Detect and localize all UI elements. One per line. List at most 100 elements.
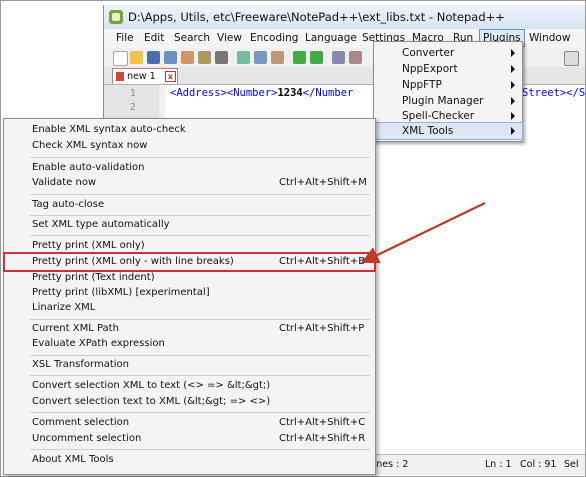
xml-item-enable-syntax-autocheck[interactable]: Enable XML syntax auto-check	[4, 122, 375, 138]
menu-item-label: Enable auto-validation	[32, 162, 145, 173]
xml-item-enable-auto-validation[interactable]: Enable auto-validation	[4, 160, 375, 176]
submenu-arrow-icon	[511, 81, 515, 89]
menu-item-label: Pretty print (Text indent)	[32, 272, 155, 283]
submenu-arrow-icon	[511, 65, 515, 73]
cut-icon[interactable]	[237, 51, 250, 64]
menu-item-label: Tag auto-close	[32, 199, 105, 210]
xml-item-linarize[interactable]: Linarize XML	[4, 300, 375, 316]
menu-item-label: Convert selection text to XML (&lt;&gt; …	[32, 396, 271, 407]
line-number: 2	[130, 102, 136, 113]
new-file-icon[interactable]	[113, 51, 128, 66]
menu-item-label: Current XML Path	[32, 323, 119, 334]
menu-item-label: Check XML syntax now	[32, 140, 148, 151]
menu-view[interactable]: View	[214, 30, 245, 46]
xml-item-convert-text-to-xml[interactable]: Convert selection text to XML (&lt;&gt; …	[4, 394, 375, 410]
menu-item-label: XSL Transformation	[32, 359, 129, 370]
menu-item-label: Pretty print (libXML) [experimental]	[32, 287, 210, 298]
replace-icon[interactable]	[349, 51, 362, 64]
copy-icon[interactable]	[254, 51, 267, 64]
close-all-icon[interactable]	[198, 51, 211, 64]
save-all-icon[interactable]	[164, 51, 177, 64]
menu-language[interactable]: Language	[302, 30, 360, 46]
tab-close-icon[interactable]: x	[165, 71, 176, 82]
xml-item-evaluate-xpath[interactable]: Evaluate XPath expression	[4, 336, 375, 352]
close-file-icon[interactable]	[181, 51, 194, 64]
tab-new-1[interactable]: new 1 x	[112, 68, 178, 84]
plugins-item-nppexport[interactable]: NppExport	[374, 61, 522, 77]
unsaved-file-icon	[116, 72, 124, 81]
menu-separator	[30, 355, 370, 356]
xml-item-uncomment-selection[interactable]: Uncomment selection Ctrl+Alt+Shift+R	[4, 431, 375, 447]
find-icon[interactable]	[332, 51, 345, 64]
code-tag-open: <Address><Number>	[170, 87, 278, 99]
xml-item-convert-xml-to-text[interactable]: Convert selection XML to text (<> => &lt…	[4, 378, 375, 394]
code-line: <Address><Number>1234</Number	[170, 87, 353, 99]
menu-item-label: Set XML type automatically	[32, 219, 170, 230]
plugins-item-nppftp[interactable]: NppFTP	[374, 77, 522, 93]
xml-item-pretty-print-text-indent[interactable]: Pretty print (Text indent)	[4, 270, 375, 286]
menu-edit[interactable]: Edit	[141, 30, 167, 46]
xml-item-validate-now[interactable]: Validate now Ctrl+Alt+Shift+M	[4, 175, 375, 191]
menu-separator	[30, 194, 370, 195]
plugins-item-spell-checker[interactable]: Spell-Checker	[374, 108, 522, 124]
menu-separator	[30, 319, 370, 320]
plugins-dropdown: Converter NppExport NppFTP Plugin Manage…	[373, 41, 523, 142]
xml-item-pretty-print-libxml[interactable]: Pretty print (libXML) [experimental]	[4, 285, 375, 301]
menu-item-label: NppExport	[402, 63, 458, 75]
tab-label: new 1	[127, 71, 156, 82]
menu-item-shortcut: Ctrl+Alt+Shift+P	[279, 323, 365, 334]
code-tag-close: </Number	[302, 87, 354, 99]
open-folder-icon[interactable]	[130, 51, 143, 64]
xml-item-tag-auto-close[interactable]: Tag auto-close	[4, 197, 375, 213]
plugins-item-plugin-manager[interactable]: Plugin Manager	[374, 93, 522, 109]
title-bar: D:\Apps, Utils, etc\Freeware\NotePad++\e…	[104, 5, 585, 29]
xml-tools-submenu: Enable XML syntax auto-check Check XML s…	[3, 118, 376, 475]
menu-item-label: Uncomment selection	[32, 433, 142, 444]
xml-item-check-syntax-now[interactable]: Check XML syntax now	[4, 138, 375, 154]
menu-separator	[30, 235, 370, 236]
code-line-tail: Street></S	[522, 87, 586, 99]
xml-item-current-path[interactable]: Current XML Path Ctrl+Alt+Shift+P	[4, 321, 375, 337]
plugins-item-xml-tools[interactable]: XML Tools	[373, 122, 523, 140]
menu-item-label: NppFTP	[402, 79, 442, 91]
xml-item-comment-selection[interactable]: Comment selection Ctrl+Alt+Shift+C	[4, 415, 375, 431]
menu-separator	[30, 375, 370, 376]
menu-item-shortcut: Ctrl+Alt+Shift+B	[279, 256, 366, 267]
menu-search[interactable]: Search	[171, 30, 213, 46]
line-number: 1	[130, 88, 136, 99]
status-col: Col : 91	[520, 459, 557, 470]
menu-item-label: XML Tools	[402, 125, 454, 137]
menu-item-label: Enable XML syntax auto-check	[32, 124, 186, 135]
menu-separator	[30, 412, 370, 413]
submenu-arrow-icon	[511, 127, 515, 135]
undo-icon[interactable]	[293, 51, 306, 64]
submenu-arrow-icon	[511, 49, 515, 57]
menu-item-label: About XML Tools	[32, 454, 114, 465]
xml-item-pretty-print-line-breaks[interactable]: Pretty print (XML only - with line break…	[3, 252, 376, 272]
notepadpp-icon	[109, 10, 123, 24]
menu-item-label: Evaluate XPath expression	[32, 338, 165, 349]
close-document-icon[interactable]	[564, 51, 579, 66]
menu-item-shortcut: Ctrl+Alt+Shift+C	[279, 417, 366, 428]
redo-icon[interactable]	[310, 51, 323, 64]
xml-item-pretty-print-xml-only[interactable]: Pretty print (XML only)	[4, 238, 375, 254]
xml-item-about[interactable]: About XML Tools	[4, 452, 375, 468]
menu-item-label: Pretty print (XML only - with line break…	[32, 256, 234, 267]
status-lines: lines : 2	[371, 459, 409, 470]
menu-item-label: Linarize XML	[32, 302, 96, 313]
menu-file[interactable]: File	[113, 30, 137, 46]
print-icon[interactable]	[215, 51, 228, 64]
status-sel: Sel	[564, 459, 579, 470]
plugins-item-converter[interactable]: Converter	[374, 45, 522, 61]
save-icon[interactable]	[147, 51, 160, 64]
menu-window[interactable]: Window	[526, 30, 573, 46]
xml-item-set-xml-type[interactable]: Set XML type automatically	[4, 217, 375, 233]
menu-separator	[30, 215, 370, 216]
menu-encoding[interactable]: Encoding	[247, 30, 301, 46]
paste-icon[interactable]	[271, 51, 284, 64]
xml-item-xsl-transformation[interactable]: XSL Transformation	[4, 357, 375, 373]
status-ln: Ln : 1	[485, 459, 512, 470]
menu-item-label: Comment selection	[32, 417, 130, 428]
menu-separator	[30, 449, 370, 450]
menu-item-label: Pretty print (XML only)	[32, 240, 145, 251]
